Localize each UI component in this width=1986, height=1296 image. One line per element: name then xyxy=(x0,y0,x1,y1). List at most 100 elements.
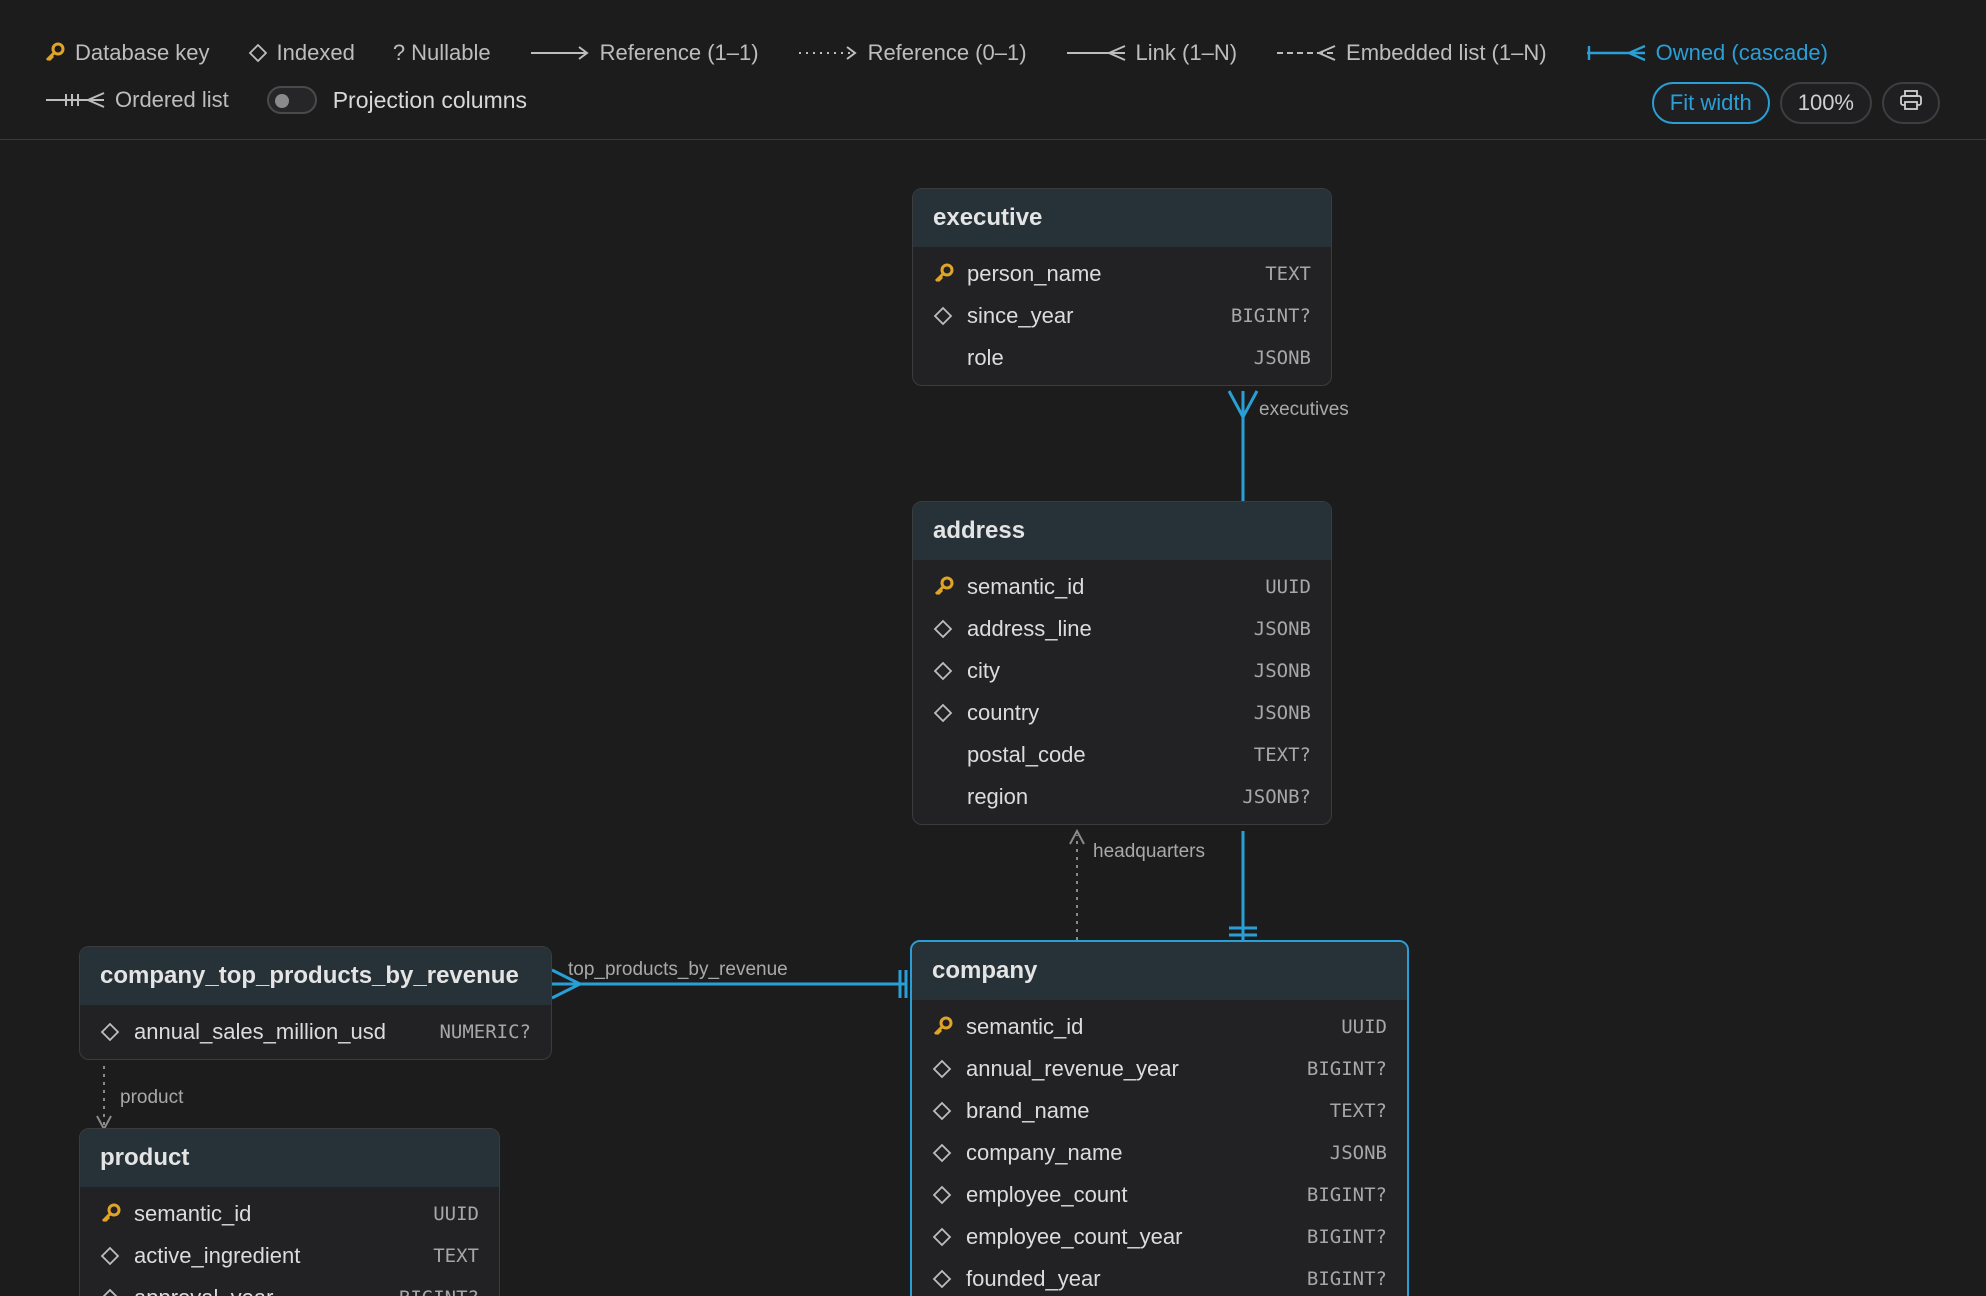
projection-columns-label: Projection columns xyxy=(332,86,528,113)
edge-label-headquarters: headquarters xyxy=(1093,841,1205,862)
edge-executives[interactable] xyxy=(1227,390,1259,501)
diamond-icon xyxy=(932,1269,966,1289)
edge-product[interactable] xyxy=(96,1066,112,1132)
legend-label: Indexed xyxy=(276,40,355,65)
field-name: address_line xyxy=(967,616,1092,641)
field-type: BIGINT? xyxy=(1306,1184,1387,1206)
field-name: company_name xyxy=(966,1140,1123,1165)
diamond-icon xyxy=(933,306,967,326)
field-type: UUID xyxy=(1265,576,1311,598)
field-row[interactable]: country JSONB xyxy=(913,692,1331,734)
legend-label: Link (1–N) xyxy=(1135,40,1238,65)
field-row[interactable]: semantic_id UUID xyxy=(80,1193,499,1235)
field-name: approval_year xyxy=(134,1285,399,1296)
field-row[interactable]: brand_name TEXT? xyxy=(912,1090,1407,1132)
projection-columns-toggle[interactable] xyxy=(266,86,317,114)
field-type: BIGINT? xyxy=(1306,1226,1387,1248)
legend-label: Reference (1–1) xyxy=(599,40,759,65)
field-type: JSONB xyxy=(1329,1142,1387,1164)
fit-width-button[interactable]: Fit width xyxy=(1651,82,1770,124)
diamond-icon xyxy=(933,703,967,723)
field-row[interactable]: company_name JSONB xyxy=(912,1132,1407,1174)
entity-fields: semantic_id UUID active_ingredient TEXT … xyxy=(80,1187,499,1296)
printer-icon xyxy=(1899,89,1923,117)
field-type: UUID xyxy=(1341,1016,1387,1038)
entity-address[interactable]: address semantic_id UUID address_line JS… xyxy=(912,501,1332,825)
field-name: region xyxy=(967,784,1029,809)
field-name: since_year xyxy=(967,303,1074,328)
field-name: annual_sales_million_usd xyxy=(134,1019,386,1044)
field-name: semantic_id xyxy=(134,1201,252,1226)
field-row[interactable]: semantic_id UUID xyxy=(912,1006,1407,1048)
field-type: NUMERIC? xyxy=(439,1021,531,1043)
diamond-icon xyxy=(932,1143,966,1163)
field-type: BIGINT? xyxy=(1230,305,1311,327)
entity-title: company xyxy=(912,942,1407,1000)
legend-label: Embedded list (1–N) xyxy=(1346,40,1547,65)
field-row[interactable]: role JSONB xyxy=(913,337,1331,379)
question-mark-icon: ? xyxy=(392,40,406,65)
field-row[interactable]: address_line JSONB xyxy=(913,608,1331,650)
diagram-canvas[interactable]: executives headquarters top_products_by_… xyxy=(0,141,1986,1296)
owned-crowfoot-icon xyxy=(1585,43,1647,63)
edge-address-owned[interactable] xyxy=(1229,831,1257,940)
field-name: person_name xyxy=(967,261,1102,286)
diamond-icon xyxy=(100,1022,134,1042)
field-row[interactable]: region JSONB? xyxy=(913,776,1331,818)
legend-reference-0-1: Reference (0–1) xyxy=(797,40,1027,66)
entity-executive[interactable]: executive person_name TEXT since_year BI… xyxy=(912,188,1332,386)
dashed-crowfoot-icon xyxy=(1275,43,1337,63)
field-row[interactable]: employee_count BIGINT? xyxy=(912,1174,1407,1216)
legend-row-2: Ordered list Projection columns xyxy=(44,86,527,114)
field-type: BIGINT? xyxy=(1306,1058,1387,1080)
entity-company[interactable]: company semantic_id UUID annual_revenue_… xyxy=(910,940,1409,1296)
field-row[interactable]: founded_year BIGINT? xyxy=(912,1258,1407,1296)
legend-row-1: Database key Indexed ? Nullable Referenc… xyxy=(44,40,1866,66)
diamond-icon xyxy=(100,1246,134,1266)
entity-title: executive xyxy=(913,189,1331,247)
entity-fields: person_name TEXT since_year BIGINT? role… xyxy=(913,247,1331,385)
entity-product[interactable]: product semantic_id UUID active_ingredie… xyxy=(79,1128,500,1296)
legend-ordered-list: Ordered list xyxy=(44,87,229,113)
diamond-icon xyxy=(932,1059,966,1079)
legend-label: Nullable xyxy=(411,40,491,65)
reference-arrow-icon xyxy=(529,43,591,63)
entity-company-top-products-by-revenue[interactable]: company_top_products_by_revenue annual_s… xyxy=(79,946,552,1060)
field-row[interactable]: since_year BIGINT? xyxy=(913,295,1331,337)
crowfoot-icon xyxy=(1065,43,1127,63)
field-type: JSONB xyxy=(1253,660,1311,682)
field-type: TEXT xyxy=(1265,263,1311,285)
key-icon xyxy=(933,263,967,285)
legend-label: Database key xyxy=(75,40,210,65)
diamond-icon xyxy=(932,1227,966,1247)
field-row[interactable]: active_ingredient TEXT xyxy=(80,1235,499,1277)
edge-headquarters[interactable] xyxy=(1069,828,1085,940)
field-type: TEXT? xyxy=(1329,1100,1387,1122)
field-type: TEXT? xyxy=(1253,744,1311,766)
legend-label: Ordered list xyxy=(115,87,229,112)
print-button[interactable] xyxy=(1882,82,1940,124)
field-row[interactable]: city JSONB xyxy=(913,650,1331,692)
key-icon xyxy=(44,42,66,64)
legend-indexed: Indexed xyxy=(248,40,355,66)
field-name: country xyxy=(967,700,1040,725)
field-row[interactable]: annual_sales_million_usd NUMERIC? xyxy=(80,1011,551,1053)
field-name: active_ingredient xyxy=(134,1243,301,1268)
field-name: semantic_id xyxy=(966,1014,1084,1039)
zoom-level-button[interactable]: 100% xyxy=(1779,82,1872,124)
field-row[interactable]: employee_count_year BIGINT? xyxy=(912,1216,1407,1258)
field-row[interactable]: semantic_id UUID xyxy=(913,566,1331,608)
field-row[interactable]: approval_year BIGINT? xyxy=(80,1277,499,1296)
toggle-knob xyxy=(274,94,289,108)
legend-embedded-list: Embedded list (1–N) xyxy=(1275,40,1547,66)
field-row[interactable]: postal_code TEXT? xyxy=(913,734,1331,776)
entity-fields: semantic_id UUID address_line JSONB city… xyxy=(913,560,1331,824)
field-name: annual_revenue_year xyxy=(966,1056,1179,1081)
field-type: UUID xyxy=(433,1203,479,1225)
field-row[interactable]: annual_revenue_year BIGINT? xyxy=(912,1048,1407,1090)
legend-label: Reference (0–1) xyxy=(867,40,1027,65)
field-row[interactable]: person_name TEXT xyxy=(913,253,1331,295)
field-name: role xyxy=(967,345,1004,370)
field-name: city xyxy=(967,658,1000,683)
legend-bar: Database key Indexed ? Nullable Referenc… xyxy=(0,0,1986,140)
